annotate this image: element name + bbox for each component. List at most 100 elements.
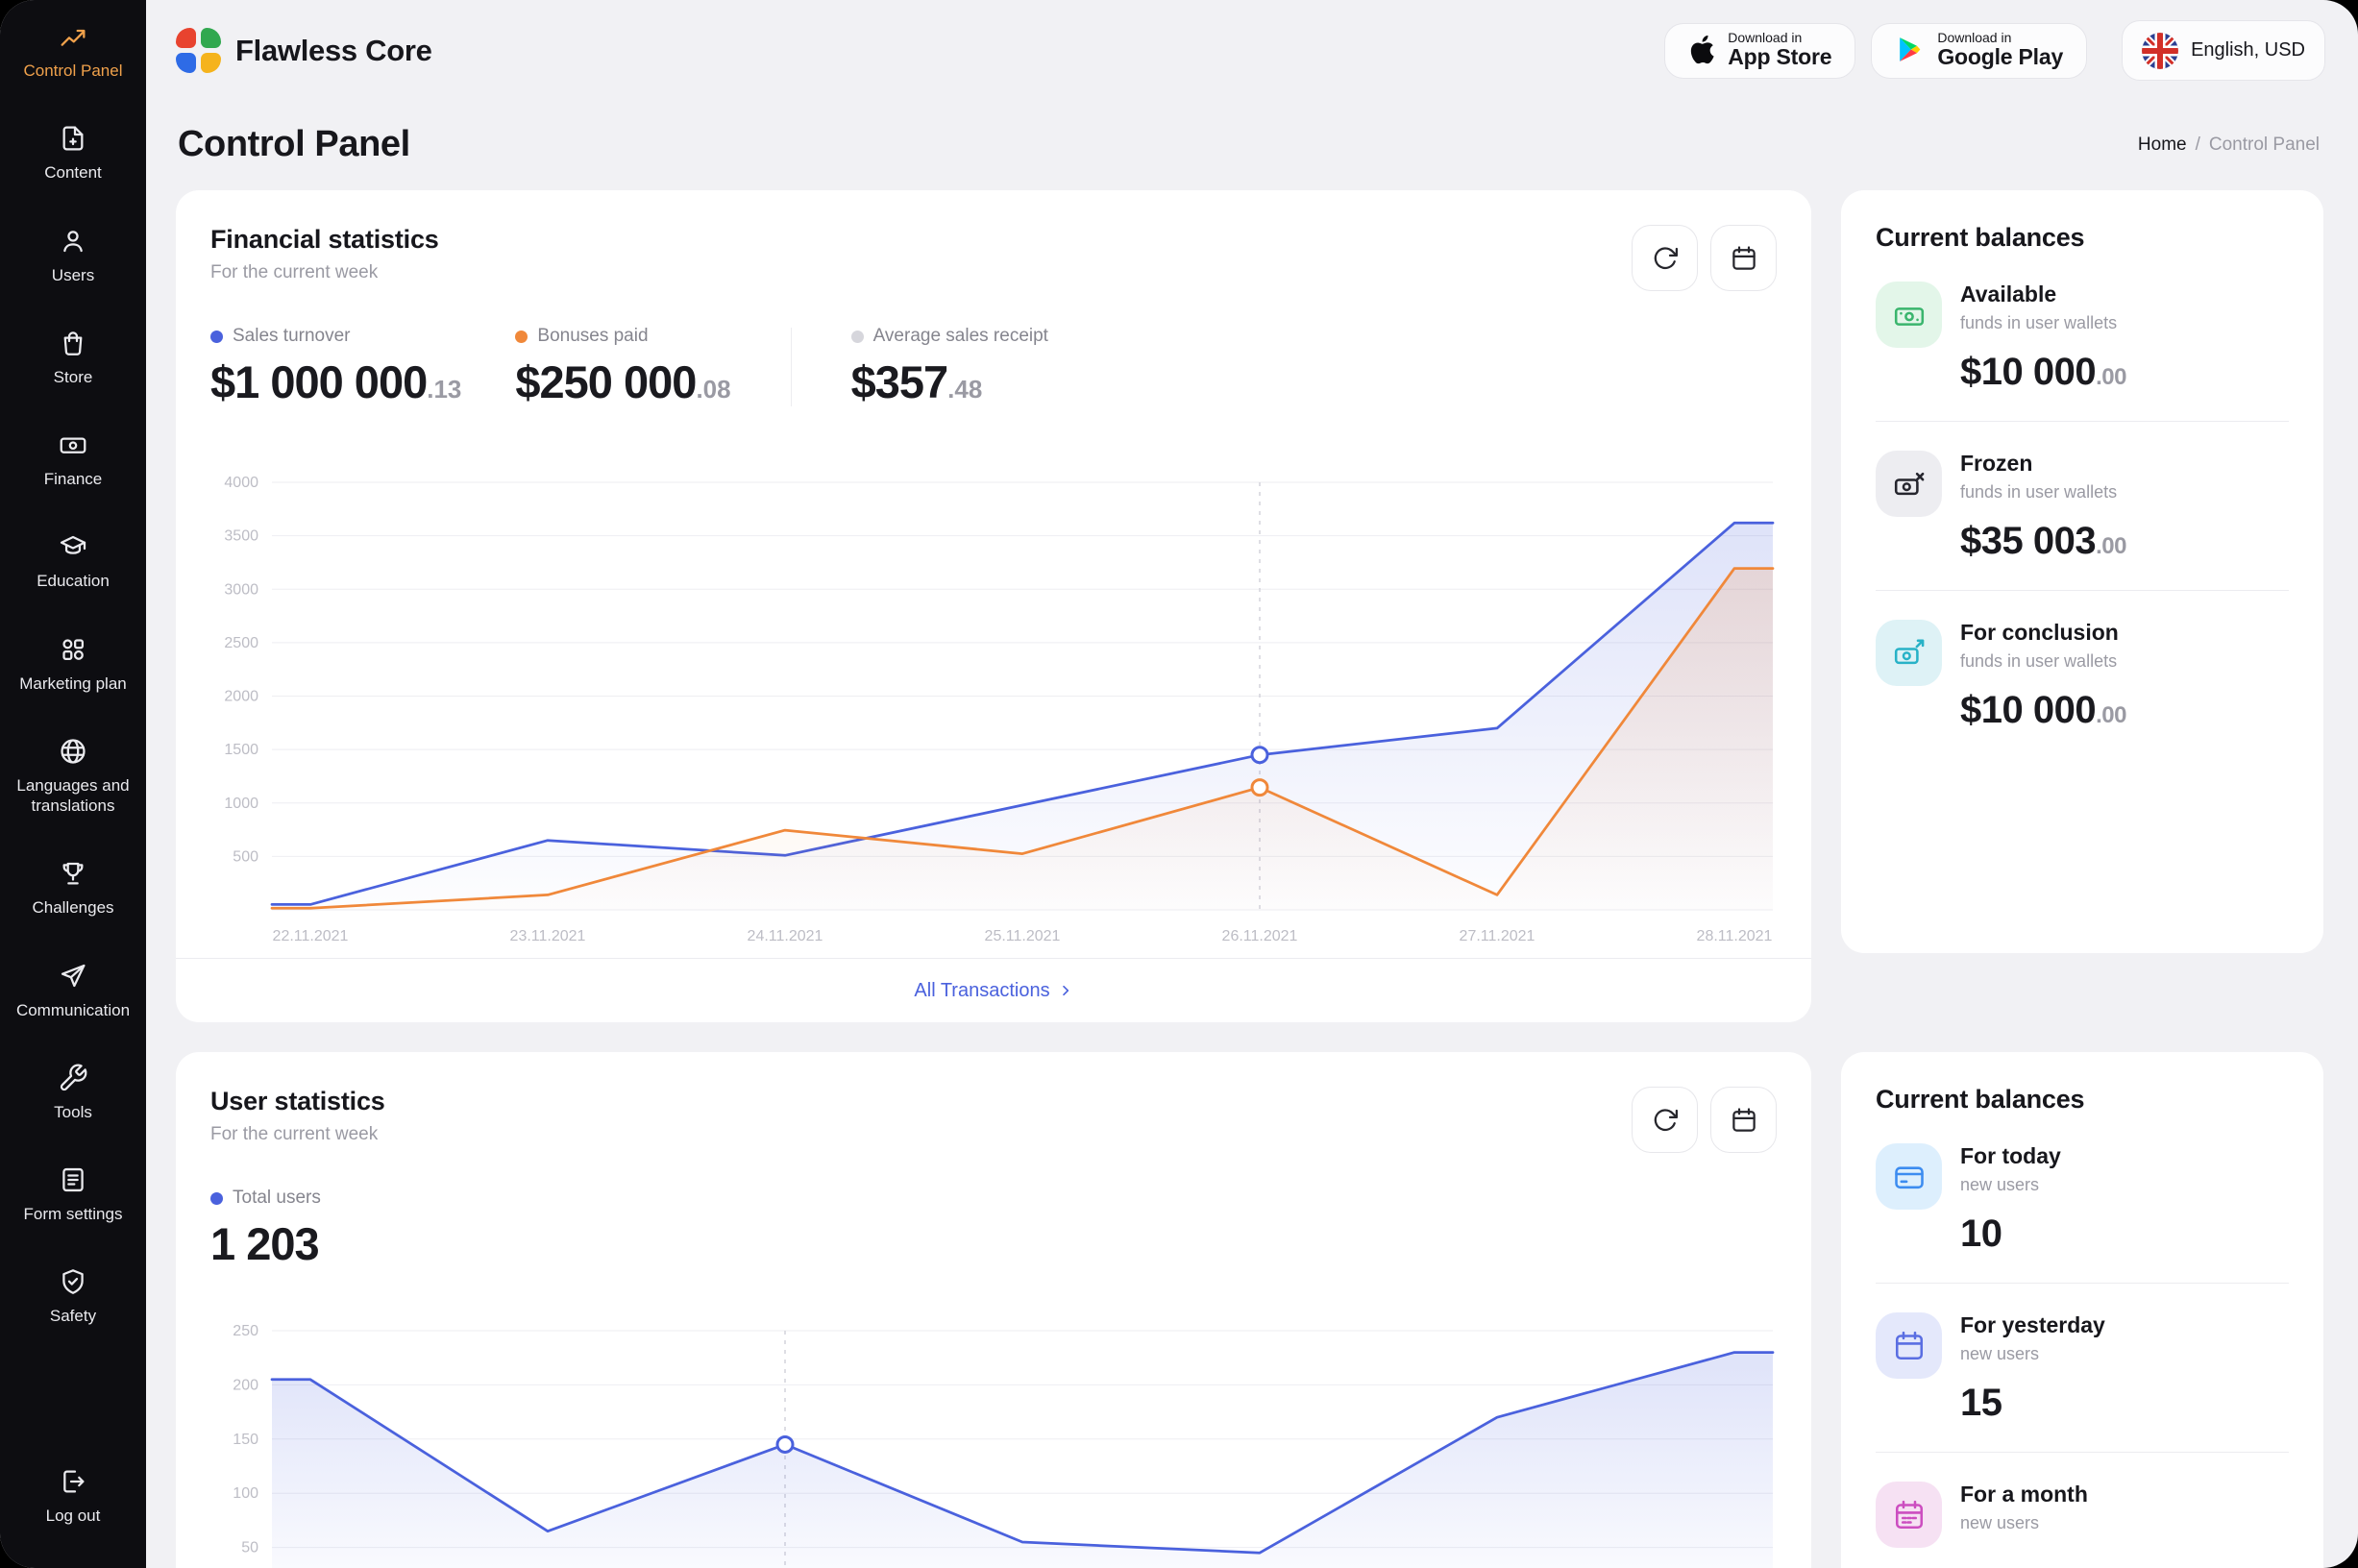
svg-text:24.11.2021: 24.11.2021	[748, 928, 823, 944]
sidebar-item-form-settings[interactable]: Form settings	[4, 1164, 142, 1224]
sidebar-item-label: Languages and translations	[6, 775, 140, 817]
balance-title: For conclusion	[1960, 620, 2126, 646]
balance-item-available: Available funds in user wallets $10 000.…	[1876, 253, 2289, 421]
google-play-small-label: Download in	[1937, 31, 2011, 46]
sidebar-item-users[interactable]: Users	[4, 226, 142, 285]
sidebar-item-store[interactable]: Store	[4, 328, 142, 387]
sidebar-item-log-out[interactable]: Log out	[4, 1466, 142, 1526]
refresh-button[interactable]	[1632, 225, 1698, 291]
sidebar-item-label: Form settings	[24, 1204, 123, 1224]
svg-text:1000: 1000	[224, 796, 258, 812]
sidebar-item-safety[interactable]: Safety	[4, 1266, 142, 1326]
stat-average-sales-receipt: Average sales receipt $357.48	[851, 326, 1048, 408]
chart-line-icon	[58, 21, 88, 52]
sidebar-item-label: Safety	[50, 1306, 96, 1326]
sidebar: Control Panel Content Users Store	[0, 0, 146, 1568]
stat-value: $1 000 000.13	[210, 355, 461, 408]
current-balances-funds-card: Current balances Available funds in user…	[1841, 190, 2323, 953]
card-title-block: Financial statistics For the current wee…	[210, 225, 439, 283]
svg-text:500: 500	[233, 848, 258, 865]
balances-title: Current balances	[1876, 1085, 2289, 1115]
calendar-icon	[1730, 1106, 1758, 1135]
financial-statistics-card: Financial statistics For the current wee…	[176, 190, 1811, 1022]
dashboard-grid: Financial statistics For the current wee…	[176, 190, 2323, 1568]
balance-title: For a month	[1960, 1482, 2088, 1507]
google-play-icon	[1895, 35, 1925, 67]
sidebar-item-communication[interactable]: Communication	[4, 961, 142, 1020]
breadcrumb-current: Control Panel	[2209, 135, 2320, 156]
app-store-big-label: App Store	[1728, 45, 1831, 70]
svg-text:100: 100	[233, 1485, 258, 1502]
svg-text:2500: 2500	[224, 635, 258, 651]
card-actions	[1632, 1087, 1777, 1153]
refresh-button[interactable]	[1632, 1087, 1698, 1153]
app-store-button[interactable]: Download in App Store	[1664, 23, 1855, 79]
paper-plane-icon	[58, 961, 88, 992]
breadcrumb-home-link[interactable]: Home	[2138, 135, 2187, 156]
user-icon	[58, 226, 88, 257]
svg-text:27.11.2021: 27.11.2021	[1460, 928, 1535, 944]
sidebar-item-education[interactable]: Education	[4, 531, 142, 591]
brand: Flawless Core	[176, 28, 432, 73]
stat-value: $357.48	[851, 355, 1048, 408]
balance-item-for-conclusion: For conclusion funds in user wallets $10…	[1876, 590, 2289, 759]
sidebar-item-content[interactable]: Content	[4, 123, 142, 183]
shield-check-icon	[58, 1266, 88, 1297]
sidebar-item-control-panel[interactable]: Control Panel	[4, 21, 142, 81]
svg-text:26.11.2021: 26.11.2021	[1222, 928, 1298, 944]
topbar-actions: Download in App Store Download in Google…	[1664, 20, 2325, 81]
google-play-button[interactable]: Download in Google Play	[1871, 23, 2087, 79]
graduation-cap-icon	[58, 531, 88, 562]
balance-value: 10	[1960, 1213, 2061, 1256]
sidebar-item-challenges[interactable]: Challenges	[4, 858, 142, 918]
sidebar-item-label: Tools	[54, 1102, 92, 1122]
sidebar-item-finance[interactable]: Finance	[4, 429, 142, 489]
balance-subtitle: new users	[1960, 1513, 2088, 1533]
svg-text:2000: 2000	[224, 689, 258, 705]
legend-dot	[210, 1192, 223, 1205]
google-play-big-label: Google Play	[1937, 45, 2063, 70]
refresh-icon	[1651, 1106, 1680, 1135]
sidebar-item-label: Communication	[16, 1000, 130, 1020]
sidebar-item-tools[interactable]: Tools	[4, 1063, 142, 1122]
card-actions	[1632, 225, 1777, 291]
stat-total-users: Total users 1 203	[210, 1188, 321, 1270]
sidebar-item-label: Challenges	[32, 897, 113, 918]
financial-chart: 500100015002000250030003500400022.11.202…	[210, 469, 1777, 954]
banknote-x-icon	[1876, 451, 1942, 517]
balance-value: $35 003.00	[1960, 520, 2126, 563]
banknote-icon	[1876, 282, 1942, 348]
app-store-small-label: Download in	[1728, 31, 1802, 46]
calendar-icon	[1876, 1312, 1942, 1379]
date-filter-button[interactable]	[1710, 1087, 1777, 1153]
balance-subtitle: new users	[1960, 1175, 2061, 1195]
calendar-month-icon	[1876, 1482, 1942, 1548]
svg-text:3000: 3000	[224, 581, 258, 598]
sidebar-item-languages[interactable]: Languages and translations	[4, 736, 142, 817]
sidebar-item-label: Control Panel	[23, 61, 122, 81]
clipboard-icon	[58, 1164, 88, 1195]
svg-text:200: 200	[233, 1377, 258, 1393]
brand-name: Flawless Core	[235, 34, 432, 68]
sidebar-item-label: Education	[37, 571, 110, 591]
locale-label: English, USD	[2191, 39, 2305, 61]
svg-text:250: 250	[233, 1323, 258, 1339]
user-stats-row: Total users 1 203	[210, 1188, 1777, 1270]
financial-card-subtitle: For the current week	[210, 262, 439, 283]
user-chart: 5010015020025022.11.202123.11.202124.11.…	[210, 1317, 1777, 1568]
balance-value: $10 000.00	[1960, 689, 2126, 732]
language-currency-selector[interactable]: English, USD	[2122, 20, 2325, 81]
wrench-icon	[58, 1063, 88, 1093]
all-transactions-link[interactable]: All Transactions	[914, 980, 1072, 1002]
card-title-block: User statistics For the current week	[210, 1087, 385, 1145]
sidebar-item-label: Marketing plan	[19, 674, 127, 694]
shapes-icon	[58, 634, 88, 665]
svg-text:25.11.2021: 25.11.2021	[985, 928, 1061, 944]
balance-subtitle: new users	[1960, 1344, 2105, 1364]
balance-title: For today	[1960, 1143, 2061, 1169]
stat-bonuses-paid: Bonuses paid $250 000.08	[515, 326, 730, 408]
date-filter-button[interactable]	[1710, 225, 1777, 291]
sidebar-nav: Control Panel Content Users Store	[4, 21, 142, 1526]
flawless-core-logo-icon	[176, 28, 221, 73]
sidebar-item-marketing-plan[interactable]: Marketing plan	[4, 634, 142, 694]
